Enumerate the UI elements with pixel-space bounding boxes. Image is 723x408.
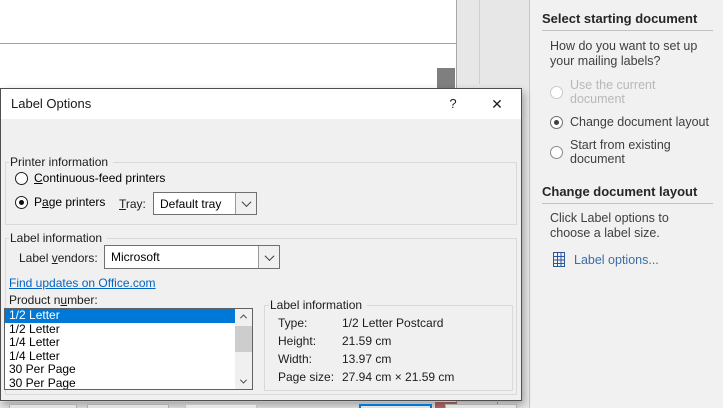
details-button[interactable]: Details... [9,404,77,408]
radio-page-printers[interactable]: Page printers [15,195,105,209]
dialog-titlebar[interactable]: Label Options ? ✕ [1,89,521,119]
info-row-page-size: Page size: 27.94 cm × 21.59 cm [278,370,454,384]
info-row-type: Type: 1/2 Letter Postcard [278,316,443,330]
page-border-line [0,43,456,44]
radio-icon [15,172,28,185]
label-info-panel-title: Label information [269,298,367,312]
scrollbar-thumb[interactable] [235,326,252,352]
product-number-label: Product number: [9,293,98,307]
list-scrollbar[interactable] [235,309,252,389]
list-item[interactable]: 30 Per Page [5,363,235,377]
pane-radio-label: Use the current document [570,78,713,106]
radio-continuous-feed-printers[interactable]: Continuous-feed printers [15,171,165,185]
list-item[interactable]: 1/2 Letter [5,309,235,323]
radio-icon [550,146,563,159]
word-mail-merge-screen: Select starting document How do you want… [0,0,723,408]
label-options-dialog: Label Options ? ✕ Printer information Co… [0,88,522,401]
close-icon[interactable]: ✕ [481,89,513,119]
product-number-listbox: 1/2 Letter 1/2 Letter 1/4 Letter 1/4 Let… [4,308,253,390]
label-options-link-text: Label options... [574,253,659,267]
tray-dropdown-value: Default tray [154,197,235,211]
pane-heading-change-document-layout: Change document layout [542,179,713,204]
list-item[interactable]: 1/2 Letter [5,323,235,337]
radio-label: Continuous-feed printers [34,171,165,185]
new-label-button[interactable]: New Label... [87,404,169,408]
find-updates-link[interactable]: Find updates on Office.com [9,276,156,290]
info-row-width: Width: 13.97 cm [278,352,391,366]
info-row-height: Height: 21.59 cm [278,334,391,348]
ok-button[interactable]: OK [359,404,432,408]
mail-merge-task-pane: Select starting document How do you want… [529,0,723,408]
table-icon [552,252,566,267]
label-info-panel: Label information Type: 1/2 Letter Postc… [264,305,513,391]
dialog-body: Printer information Continuous-feed prin… [1,119,521,400]
list-item[interactable]: 30 Per Page [5,377,235,390]
pane-question: How do you want to set up your mailing l… [550,39,708,69]
table-handle [437,68,455,88]
chevron-down-icon [235,193,256,214]
scroll-up-icon[interactable] [235,309,252,324]
radio-icon [550,86,563,99]
list-item[interactable]: 1/4 Letter [5,336,235,350]
label-vendors-dropdown[interactable]: Microsoft [104,245,280,269]
list-item[interactable]: 1/4 Letter [5,350,235,364]
tray-dropdown[interactable]: Default tray [153,192,257,215]
chevron-down-icon [258,246,279,268]
label-options-link[interactable]: Label options... [552,252,713,267]
pane-radio-label: Change document layout [570,115,709,129]
cancel-button[interactable]: Cancel [445,404,517,408]
dialog-title: Label Options [11,89,91,119]
pane-description: Click Label options to choose a label si… [550,211,712,241]
label-vendors-label: Label vendors: [19,251,98,265]
radio-icon [15,196,28,209]
label-group-title: Label information [9,231,107,245]
pane-radio-label: Start from existing document [570,138,713,166]
radio-label: Page printers [34,195,105,209]
document-edge-line [479,0,480,84]
pane-radio-change-document-layout[interactable]: Change document layout [550,115,713,129]
printer-group-title: Printer information [9,155,113,169]
pane-heading-select-starting-document: Select starting document [542,6,713,31]
label-vendors-value: Microsoft [105,250,258,264]
scroll-down-icon[interactable] [235,374,252,389]
pane-radio-start-from-existing[interactable]: Start from existing document [550,138,713,166]
radio-icon [550,116,563,129]
help-icon[interactable]: ? [439,89,467,119]
tray-label: Tray: [119,197,146,211]
delete-button[interactable]: Delete [185,404,257,408]
pane-radio-use-current-document[interactable]: Use the current document [550,78,713,106]
